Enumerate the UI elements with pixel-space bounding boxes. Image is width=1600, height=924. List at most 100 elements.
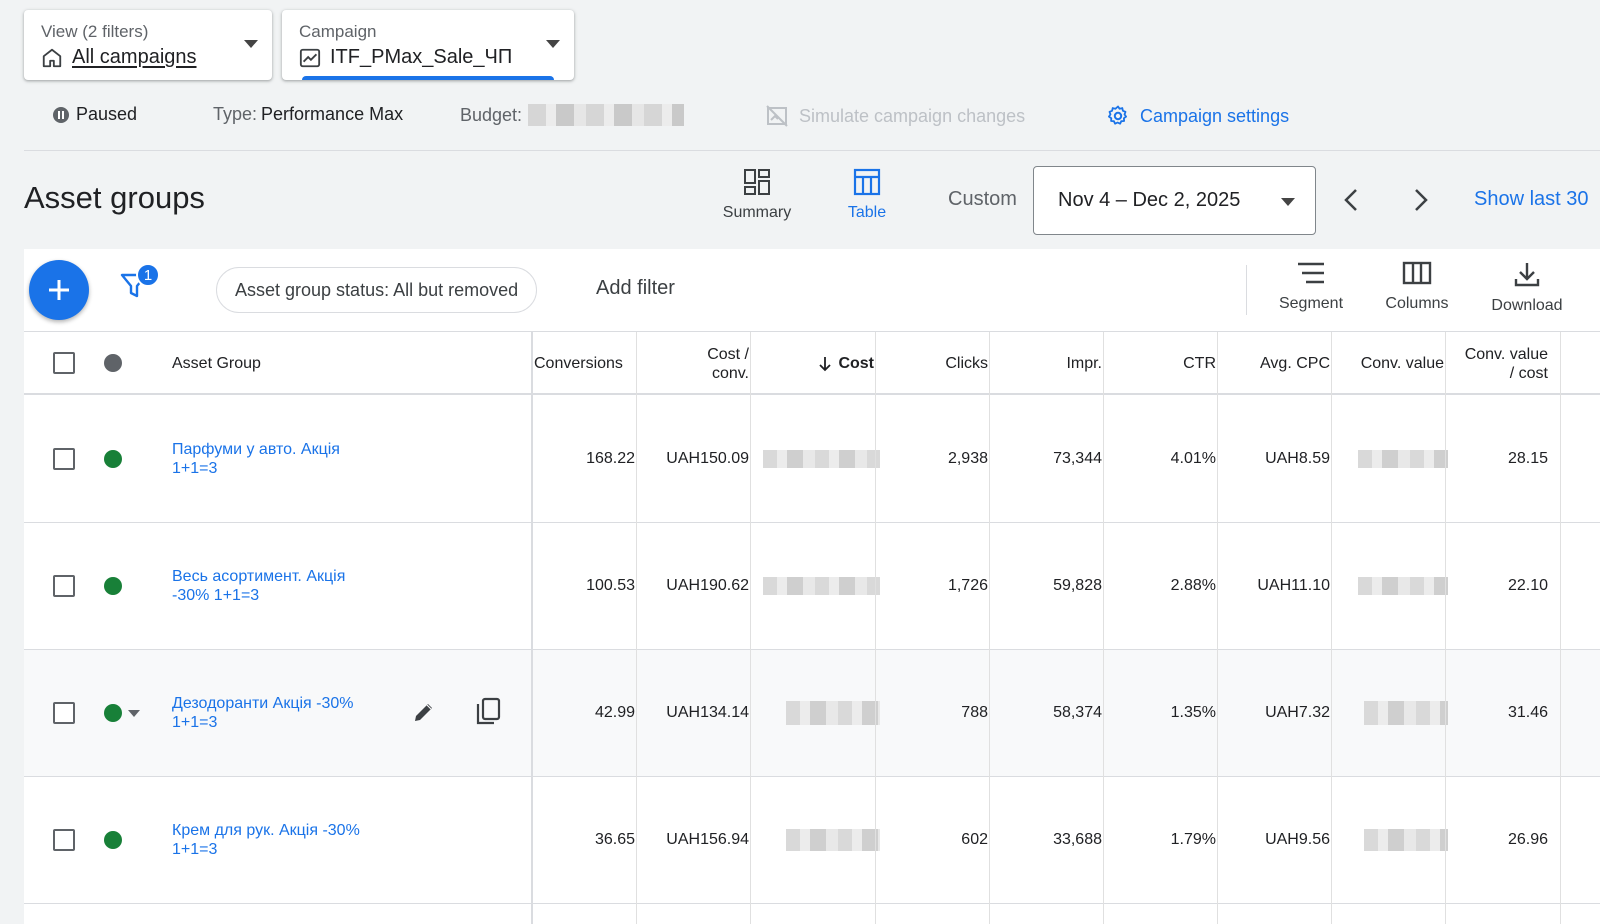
asset-group-link[interactable]: Парфуми у авто. Акція 1+1=3: [172, 440, 382, 478]
cell-impr: 73,344: [1053, 450, 1102, 467]
cell-conv-value-redacted: [1342, 650, 1456, 776]
column-header-impr[interactable]: Impr.: [1000, 332, 1114, 395]
select-all-checkbox[interactable]: [53, 352, 75, 374]
table-header-row: Asset Group Conversions Cost / conv. Cos…: [24, 332, 1600, 395]
simulate-label: Simulate campaign changes: [799, 105, 1026, 126]
redacted-value: [1364, 701, 1448, 725]
chevron-left-icon[interactable]: [1340, 186, 1364, 214]
row-checkbox[interactable]: [53, 702, 75, 724]
segment-button[interactable]: Segment: [1261, 261, 1361, 313]
table-view-label: Table: [847, 204, 887, 221]
status-dropdown-icon[interactable]: [128, 710, 140, 717]
frozen-column-divider: [531, 332, 533, 924]
status-enabled-dot: [104, 704, 122, 722]
column-header-ctr[interactable]: CTR: [1114, 332, 1228, 395]
cell-conv-value-redacted: [1342, 523, 1456, 649]
copy-icon[interactable]: [474, 697, 502, 727]
segment-label: Segment: [1278, 295, 1344, 312]
column-header-cost[interactable]: Cost: [761, 332, 886, 395]
cell-cost-per-conv: UAH150.09: [666, 450, 749, 467]
cell-conv-value-per-cost: 28.15: [1507, 450, 1548, 467]
table-view-button[interactable]: Table: [822, 168, 912, 222]
table-row[interactable]: Дезодоранти Акція -30% 1+1=3 42.99 UAH13…: [24, 650, 1600, 777]
column-divider: [1445, 332, 1446, 924]
row-checkbox[interactable]: [53, 575, 75, 597]
arrow-down-icon: [819, 356, 832, 371]
asset-groups-table-card: 1 Asset group status: All but removed Ad…: [24, 249, 1600, 924]
column-header-conv-value-per-cost-line2: / cost: [1509, 364, 1548, 382]
table-row[interactable]: Весь асортимент. Акція -30% 1+1=3 100.53…: [24, 523, 1600, 650]
campaign-selector[interactable]: Campaign ITF_PMax_Sale_ЧП: [282, 10, 574, 80]
cell-clicks: 2,938: [947, 450, 988, 467]
chevron-down-icon: [1281, 198, 1295, 206]
column-divider: [636, 332, 637, 924]
type-label: Type:: [213, 104, 258, 124]
row-checkbox[interactable]: [53, 448, 75, 470]
download-button[interactable]: Download: [1477, 261, 1577, 315]
view-selector-label: View (2 filters): [41, 22, 149, 41]
chevron-right-icon[interactable]: [1408, 186, 1432, 214]
column-header-cost-label: Cost: [838, 355, 874, 372]
no-simulate-icon: [766, 105, 788, 127]
row-checkbox[interactable]: [53, 829, 75, 851]
cell-impr: 33,688: [1053, 831, 1102, 848]
divider: [24, 150, 1600, 151]
status-text: Paused: [76, 104, 138, 124]
view-selector[interactable]: View (2 filters) All campaigns: [24, 10, 272, 80]
chevron-down-icon: [546, 40, 560, 48]
page-title: Asset groups: [24, 180, 205, 215]
table-row[interactable]: Парфуми у авто. Акція 1+1=3 168.22 UAH15…: [24, 396, 1600, 523]
cell-conversions: 100.53: [586, 577, 635, 594]
show-last-30-link[interactable]: Show last 30: [1474, 188, 1589, 211]
column-header-conversions[interactable]: Conversions: [534, 332, 647, 395]
redacted-value: [786, 701, 880, 725]
cell-ctr: 4.01%: [1170, 450, 1216, 467]
status-enabled-dot: [104, 577, 122, 595]
cell-cost-redacted: [761, 650, 886, 776]
column-header-cost-per-conv-line1: Cost /: [707, 345, 749, 363]
cell-conv-value-redacted: [1342, 777, 1456, 903]
cell-impr: 59,828: [1053, 577, 1102, 594]
cell-avg-cpc: UAH8.59: [1265, 450, 1330, 467]
cell-conv-value-per-cost: 26.96: [1507, 831, 1548, 848]
summary-view-button[interactable]: Summary: [712, 168, 802, 222]
column-divider: [1560, 332, 1561, 924]
column-header-avg-cpc[interactable]: Avg. CPC: [1228, 332, 1342, 395]
column-divider: [875, 332, 876, 924]
cell-conversions: 36.65: [594, 831, 635, 848]
status-filter-chip[interactable]: Asset group status: All but removed: [216, 267, 538, 313]
campaign-selector-value: ITF_PMax_Sale_ЧП: [330, 46, 513, 68]
column-header-clicks[interactable]: Clicks: [886, 332, 1000, 395]
column-header-conv-value-per-cost[interactable]: Conv. value / cost: [1456, 332, 1560, 395]
campaign-settings-button[interactable]: Campaign settings: [1106, 104, 1289, 128]
column-header-conv-value[interactable]: Conv. value: [1342, 332, 1456, 395]
cell-clicks: 788: [961, 704, 988, 721]
asset-group-link[interactable]: Крем для рук. Акція -30% 1+1=3: [172, 821, 382, 859]
cell-cost-redacted: [761, 523, 886, 649]
plus-icon: [49, 280, 69, 300]
cell-clicks: 602: [961, 831, 988, 848]
campaign-selector-label: Campaign: [299, 22, 377, 41]
cell-avg-cpc: UAH7.32: [1265, 704, 1330, 721]
download-icon: [1514, 263, 1540, 287]
cell-conversions: 168.22: [586, 450, 635, 467]
status-enabled-dot: [104, 450, 122, 468]
asset-group-link[interactable]: Весь асортимент. Акція -30% 1+1=3: [172, 567, 382, 605]
column-header-asset-group[interactable]: Asset Group: [172, 332, 422, 395]
campaign-budget: Budget:: [460, 104, 685, 126]
asset-group-link[interactable]: Дезодоранти Акція -30% 1+1=3: [172, 694, 382, 732]
add-asset-group-button[interactable]: [29, 260, 89, 320]
cell-ctr: 2.88%: [1170, 577, 1216, 594]
simulate-changes-button[interactable]: Simulate campaign changes: [765, 104, 1025, 128]
table-toolbar: 1 Asset group status: All but removed Ad…: [24, 249, 1600, 332]
cell-conv-value-redacted: [1342, 396, 1456, 522]
add-filter-button[interactable]: Add filter: [596, 277, 675, 300]
table-row[interactable]: Крем для рук. Акція -30% 1+1=3 36.65 UAH…: [24, 777, 1600, 904]
view-selector-value[interactable]: All campaigns: [72, 46, 197, 69]
columns-button[interactable]: Columns: [1367, 261, 1467, 313]
date-range-picker[interactable]: Nov 4 – Dec 2, 2025: [1033, 166, 1316, 235]
toolbar-separator: [1246, 265, 1247, 315]
edit-icon[interactable]: [412, 700, 436, 724]
column-header-cost-per-conv[interactable]: Cost / conv.: [647, 332, 761, 395]
cell-cost-per-conv: UAH190.62: [666, 577, 749, 594]
